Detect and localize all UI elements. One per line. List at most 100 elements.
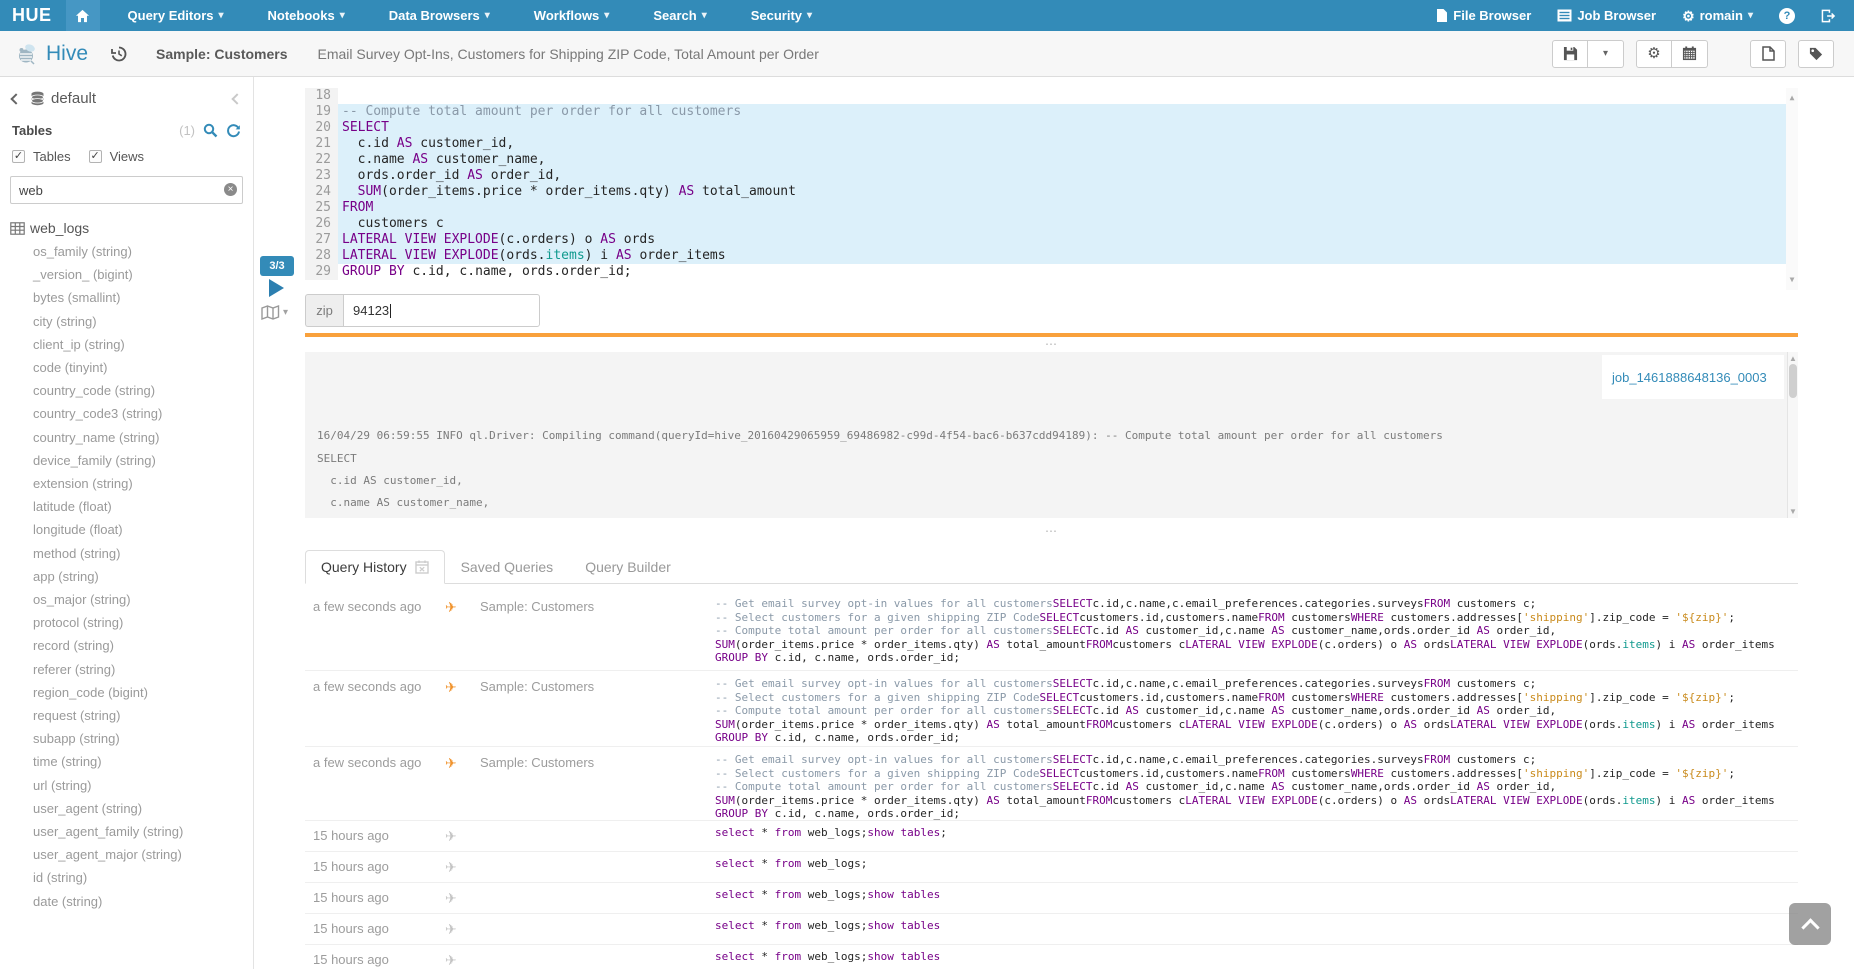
resize-handle[interactable]: ⋯ (305, 527, 1798, 535)
history-row[interactable]: 15 hours ago ✈︎ select * from web_logs;s… (305, 945, 1798, 969)
log-scrollbar[interactable]: ▲ ▼ (1787, 352, 1798, 518)
column-item[interactable]: method (string) (10, 542, 253, 565)
column-item[interactable]: _version_ (bigint) (10, 263, 253, 286)
history-query-text[interactable]: select * from web_logs;show tables (715, 950, 1798, 969)
nav-menu[interactable]: Workflows ▾ (524, 8, 620, 23)
column-item[interactable]: os_major (string) (10, 588, 253, 611)
column-item[interactable]: extension (string) (10, 472, 253, 495)
tab[interactable]: Query Builder (569, 550, 687, 584)
column-item[interactable]: country_name (string) (10, 426, 253, 449)
history-row[interactable]: a few seconds ago ✈︎ Sample: Customers -… (305, 671, 1798, 747)
history-row[interactable]: 15 hours ago ✈︎ select * from web_logs;s… (305, 821, 1798, 852)
history-query-text[interactable]: select * from web_logs;show tables (715, 888, 1798, 913)
save-dropdown-button[interactable]: ▾ (1588, 40, 1624, 68)
column-item[interactable]: client_ip (string) (10, 333, 253, 356)
column-item[interactable]: url (string) (10, 774, 253, 797)
calendar-remove-icon[interactable] (415, 560, 429, 574)
scroll-to-top-button[interactable] (1789, 903, 1831, 945)
tab[interactable]: Query History (305, 550, 445, 584)
line-code: ords.order_id AS order_id, (338, 168, 1798, 184)
home-button[interactable] (66, 0, 100, 31)
column-item[interactable]: record (string) (10, 634, 253, 657)
nav-menu[interactable]: Data Browsers ▾ (379, 8, 500, 23)
resize-handle[interactable]: ⋯ (305, 340, 1798, 348)
scrollbar-thumb[interactable] (1789, 364, 1797, 398)
history-query-text[interactable]: select * from web_logs;show tables; (715, 826, 1798, 851)
nav-menu[interactable]: Security ▾ (741, 8, 822, 23)
column-item[interactable]: country_code (string) (10, 379, 253, 402)
editor-scrollbar[interactable]: ▲ ▼ (1786, 88, 1798, 290)
sql-editor[interactable]: 18 19 -- Compute total amount per order … (305, 88, 1798, 290)
column-item[interactable]: city (string) (10, 310, 253, 333)
history-row[interactable]: a few seconds ago ✈︎ Sample: Customers -… (305, 747, 1798, 821)
help-button[interactable]: ? (1779, 8, 1795, 24)
schedule-button[interactable] (1672, 40, 1708, 68)
column-item[interactable]: user_agent (string) (10, 797, 253, 820)
history-query-text[interactable]: select * from web_logs;show tables (715, 919, 1798, 944)
app-name[interactable]: Hive (46, 42, 88, 66)
column-item[interactable]: user_agent_family (string) (10, 820, 253, 843)
history-row[interactable]: 15 hours ago ✈︎ select * from web_logs; (305, 852, 1798, 883)
scroll-down-icon[interactable]: ▼ (1788, 507, 1798, 516)
refresh-icon[interactable] (226, 123, 241, 138)
column-item[interactable]: code (tinyint) (10, 356, 253, 379)
back-chevron-icon[interactable] (10, 93, 21, 104)
column-item[interactable]: latitude (float) (10, 495, 253, 518)
scroll-up-icon[interactable]: ▲ (1786, 90, 1798, 106)
editor-line: 20 SELECT (305, 120, 1798, 136)
history-row[interactable]: a few seconds ago ✈︎ Sample: Customers -… (305, 584, 1798, 671)
column-item[interactable]: protocol (string) (10, 611, 253, 634)
column-item[interactable]: app (string) (10, 565, 253, 588)
history-row[interactable]: 15 hours ago ✈︎ select * from web_logs;s… (305, 914, 1798, 945)
execute-button[interactable] (269, 279, 284, 297)
column-item[interactable]: subapp (string) (10, 727, 253, 750)
scroll-up-icon[interactable]: ▲ (1788, 354, 1798, 363)
tab[interactable]: Saved Queries (445, 550, 570, 584)
settings-button[interactable]: ⚙︎ (1636, 40, 1672, 68)
column-item[interactable]: user_agent_major (string) (10, 843, 253, 866)
column-item[interactable]: os_family (string) (10, 240, 253, 263)
table-filter-input[interactable] (10, 176, 243, 204)
job-browser-link[interactable]: Job Browser (1557, 8, 1656, 23)
tables-checkbox[interactable]: ✓ (12, 150, 25, 163)
save-button[interactable] (1552, 40, 1588, 68)
history-query-text[interactable]: -- Get email survey opt-in values for al… (715, 597, 1798, 670)
column-item[interactable]: country_code3 (string) (10, 402, 253, 425)
tags-button[interactable] (1798, 40, 1834, 68)
column-item[interactable]: longitude (float) (10, 518, 253, 541)
nav-menu[interactable]: Query Editors ▾ (118, 8, 234, 23)
scroll-down-icon[interactable]: ▼ (1786, 272, 1798, 288)
table-item-web-logs[interactable]: web_logs (10, 220, 253, 236)
file-browser-link[interactable]: File Browser (1436, 8, 1531, 23)
column-item[interactable]: bytes (smallint) (10, 286, 253, 309)
nav-menu[interactable]: Search ▾ (643, 8, 716, 23)
column-item[interactable]: referer (string) (10, 658, 253, 681)
logout-button[interactable] (1821, 9, 1836, 23)
column-item[interactable]: date (string) (10, 890, 253, 913)
editor-line: 18 (305, 88, 1798, 104)
statement-counter-badge: 3/3 (260, 256, 294, 276)
variable-input[interactable]: 94123 (343, 294, 540, 327)
database-name[interactable]: default (51, 90, 96, 107)
job-link[interactable]: job_1461888648136_0003 (1612, 370, 1767, 385)
column-item[interactable]: request (string) (10, 704, 253, 727)
column-item[interactable]: id (string) (10, 866, 253, 889)
user-name: romain (1700, 8, 1743, 23)
nav-menu[interactable]: Notebooks ▾ (258, 8, 355, 23)
history-query-text[interactable]: select * from web_logs; (715, 857, 1798, 882)
collapse-sidebar-icon[interactable] (231, 93, 242, 104)
column-item[interactable]: region_code (bigint) (10, 681, 253, 704)
history-query-text[interactable]: -- Get email survey opt-in values for al… (715, 677, 1798, 746)
views-checkbox[interactable]: ✓ (89, 150, 102, 163)
history-icon[interactable] (110, 45, 128, 63)
column-item[interactable]: time (string) (10, 750, 253, 773)
search-icon[interactable] (203, 123, 218, 138)
user-menu[interactable]: ⚙︎ romain ▾ (1682, 8, 1753, 23)
clear-filter-icon[interactable]: × (224, 183, 237, 196)
history-query-text[interactable]: -- Get email survey opt-in values for al… (715, 753, 1798, 820)
new-query-button[interactable] (1750, 40, 1786, 68)
variables-button[interactable]: ▾ (261, 305, 288, 320)
column-item[interactable]: device_family (string) (10, 449, 253, 472)
hue-logo[interactable]: HUE (0, 5, 66, 26)
history-row[interactable]: 15 hours ago ✈︎ select * from web_logs;s… (305, 883, 1798, 914)
